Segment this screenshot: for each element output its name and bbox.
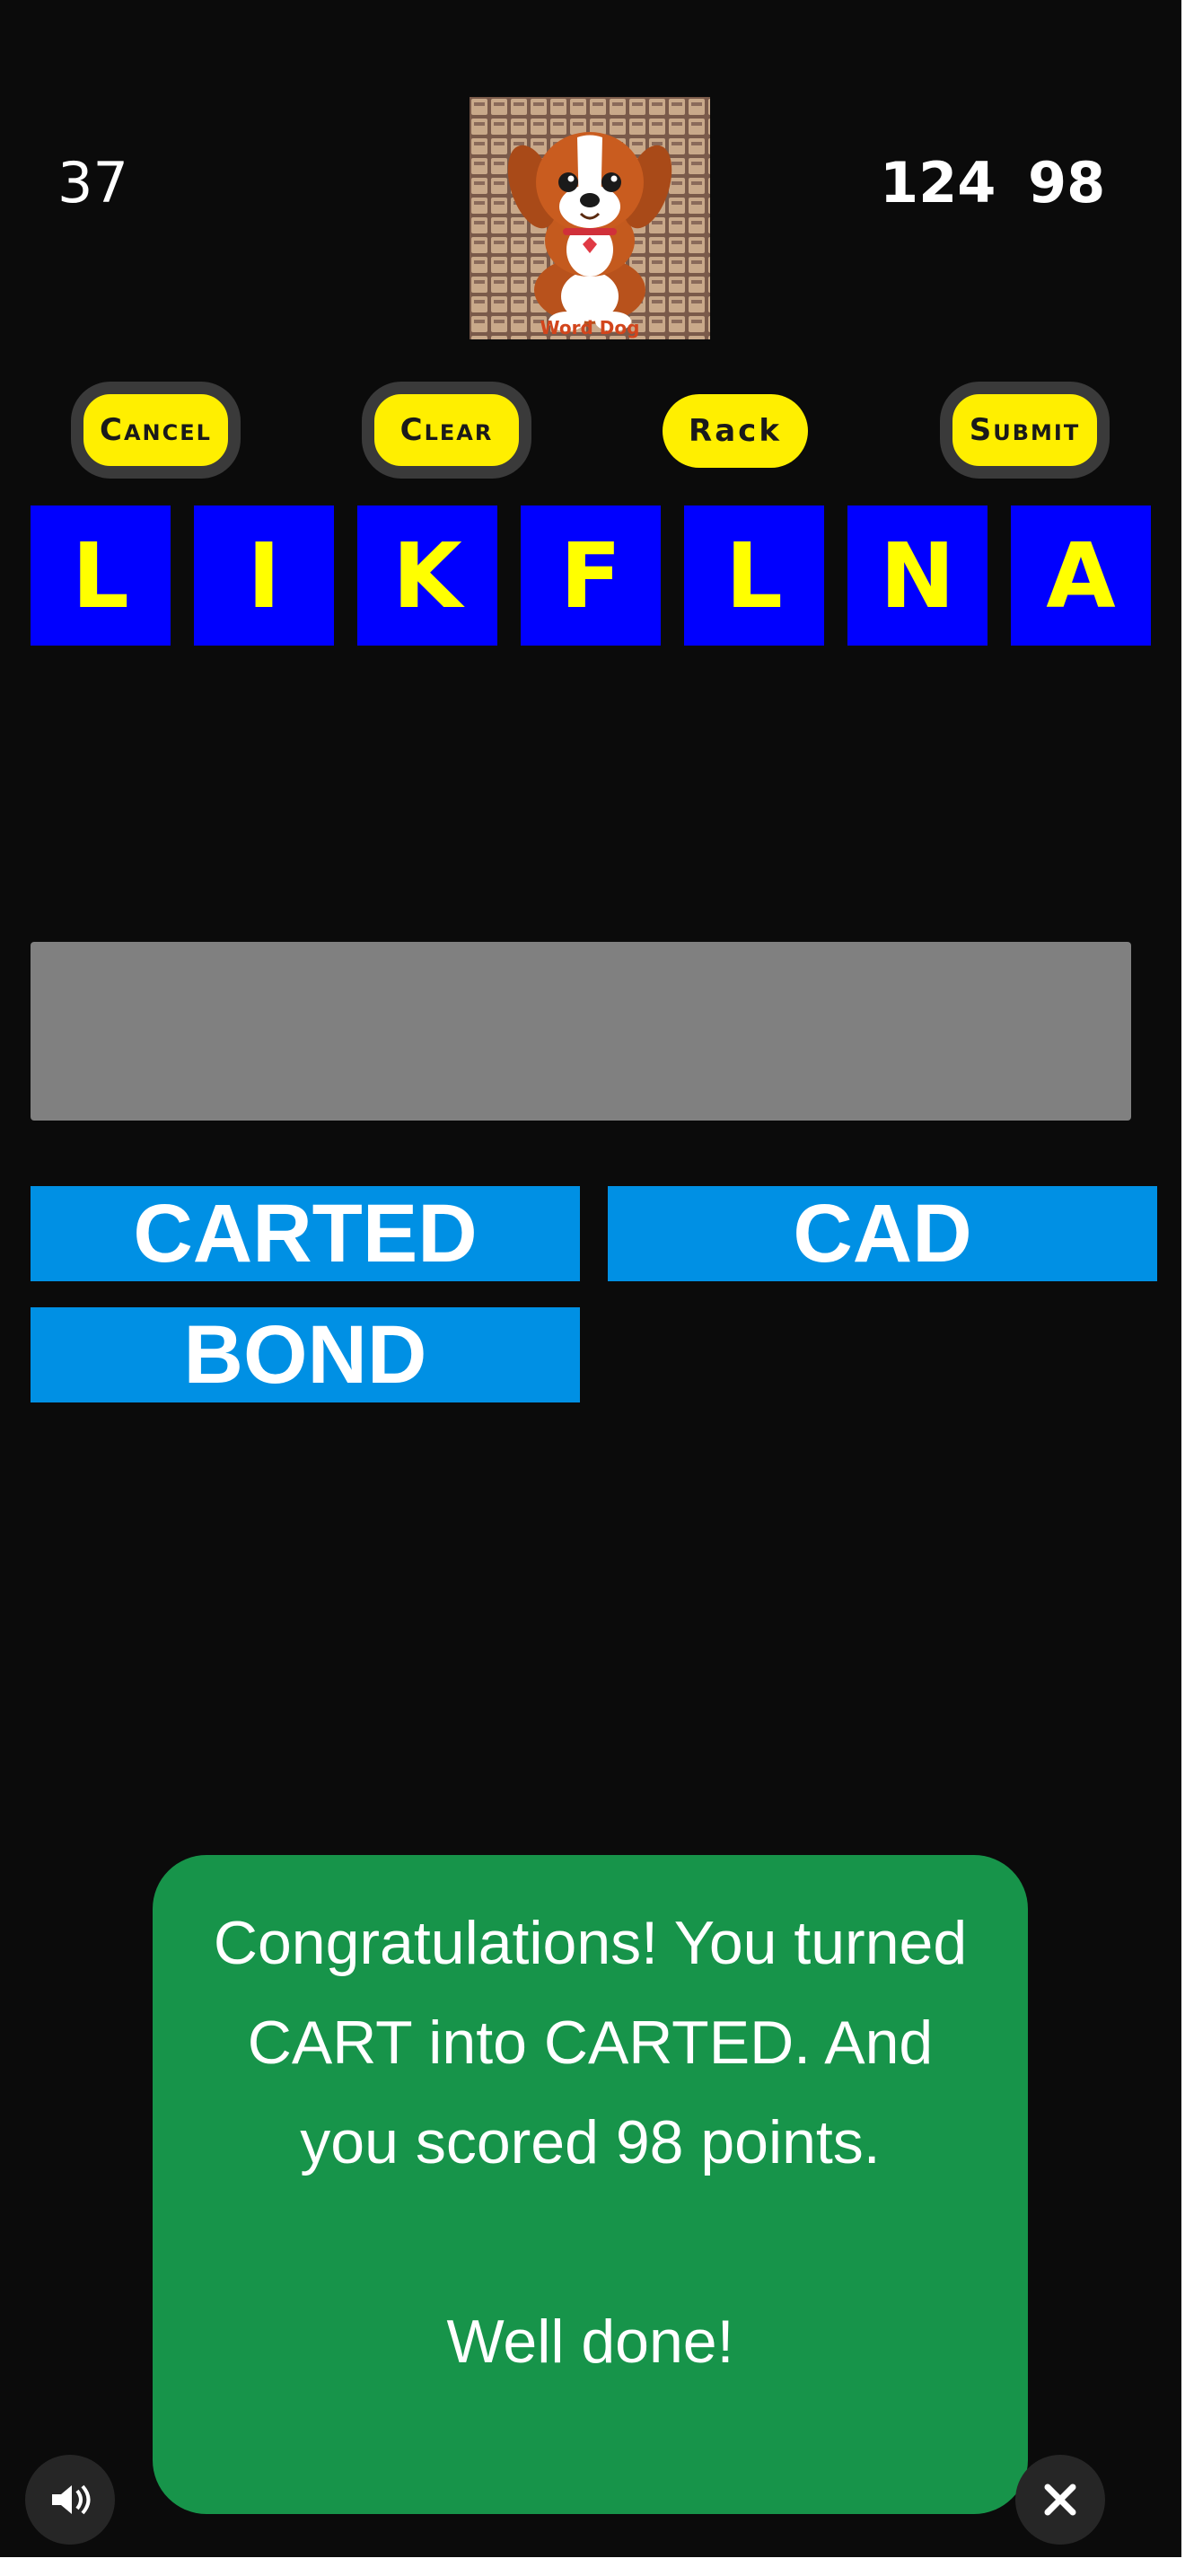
found-word[interactable]: CARTED	[31, 1186, 580, 1281]
game-screen: 37 Word Dog 124 98 Cancel Clear Rack Sub…	[0, 0, 1181, 2557]
rack-tile[interactable]: I	[194, 506, 334, 646]
rack-tile[interactable]: A	[1011, 506, 1151, 646]
cancel-button[interactable]: Cancel	[71, 382, 241, 479]
word-entry-area[interactable]	[31, 942, 1131, 1121]
dog-logo-icon: Word Dog	[470, 97, 710, 339]
rack-tile[interactable]: N	[847, 506, 988, 646]
found-word[interactable]: BOND	[31, 1307, 580, 1402]
game-logo: Word Dog	[470, 97, 710, 339]
close-icon	[1044, 2484, 1076, 2516]
close-button[interactable]	[1015, 2455, 1105, 2545]
found-word[interactable]: CAD	[608, 1186, 1157, 1281]
round-score: 98	[1028, 150, 1106, 215]
congratulations-message: Congratulations! You turned CART into CA…	[153, 1855, 1028, 2514]
total-score: 124	[880, 150, 996, 215]
rack-tile[interactable]: L	[684, 506, 824, 646]
moves-count: 37	[57, 150, 128, 215]
submit-button[interactable]: Submit	[940, 382, 1110, 479]
rack-tile[interactable]: F	[521, 506, 661, 646]
sound-icon	[52, 2484, 91, 2515]
rack-button[interactable]: Rack	[663, 394, 808, 468]
sound-button[interactable]	[25, 2455, 115, 2545]
rack-tile[interactable]: L	[31, 506, 171, 646]
svg-text:Word Dog: Word Dog	[540, 317, 640, 338]
rack-tile[interactable]: K	[357, 506, 497, 646]
clear-button[interactable]: Clear	[362, 382, 531, 479]
